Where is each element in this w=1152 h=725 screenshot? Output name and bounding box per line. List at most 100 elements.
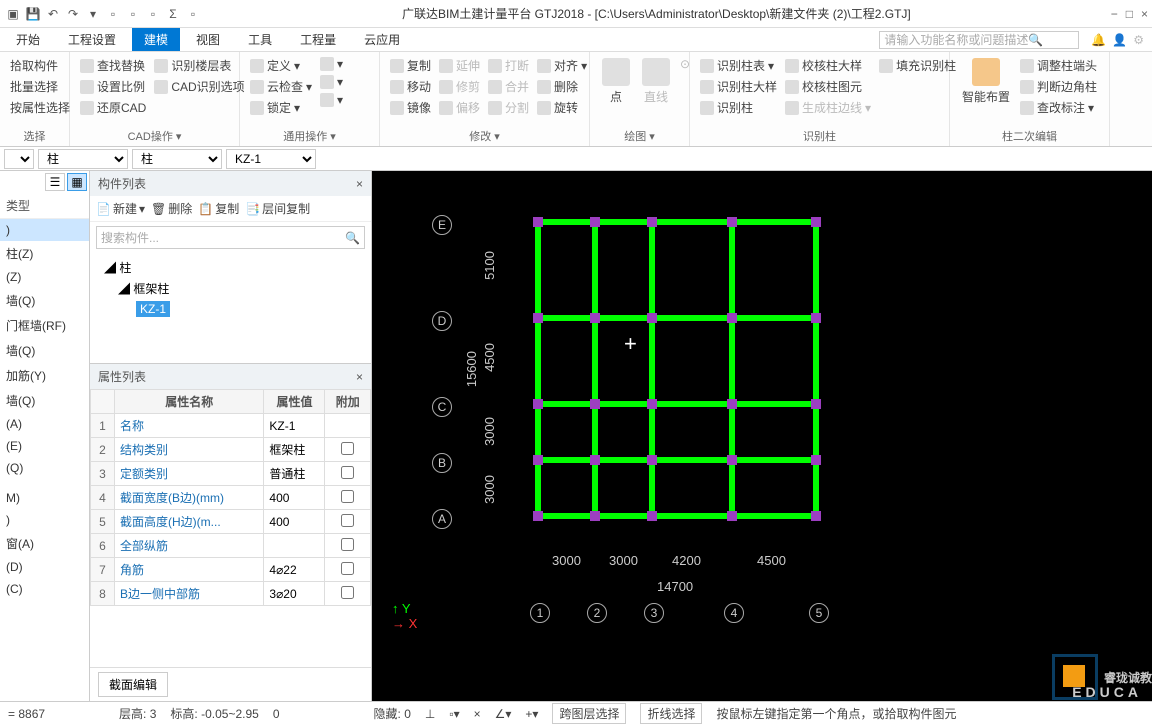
floor-copy-button[interactable]: 📑层间复制 <box>245 200 310 217</box>
tree-node-sub[interactable]: ◢ 框架柱 <box>100 278 361 299</box>
tree-search[interactable]: 搜索构件...🔍 <box>96 226 365 249</box>
mirror[interactable]: 镜像 <box>388 98 433 117</box>
menu-icon[interactable]: ⚙ <box>1133 33 1144 47</box>
save-icon[interactable]: 💾 <box>24 5 42 23</box>
tree-node-root[interactable]: ◢ 柱 <box>100 257 361 278</box>
qat-icon[interactable]: ▫ <box>184 5 202 23</box>
copy[interactable]: 复制 <box>388 56 433 75</box>
chk[interactable] <box>341 442 354 455</box>
qat-icon[interactable]: ▫ <box>104 5 122 23</box>
minimize-icon[interactable]: − <box>1111 7 1118 21</box>
left-item[interactable]: 墙(Q) <box>0 288 89 313</box>
define[interactable]: 定义▾ <box>248 56 314 75</box>
op2[interactable]: ▾ <box>318 74 345 90</box>
left-item[interactable]: (E) <box>0 435 89 457</box>
dd-type[interactable]: 柱 <box>132 149 222 169</box>
view-list-icon[interactable]: ☰ <box>45 173 65 191</box>
id-col-table[interactable]: 识别柱表▾ <box>698 56 779 75</box>
status-icon[interactable]: ∠▾ <box>495 707 512 721</box>
dd-layer[interactable] <box>4 149 34 169</box>
chk[interactable] <box>341 586 354 599</box>
panel-close-icon[interactable]: × <box>356 177 363 191</box>
op1[interactable]: ▾ <box>318 56 345 72</box>
qat-icon[interactable]: ▫ <box>124 5 142 23</box>
left-item[interactable] <box>0 479 89 487</box>
left-item[interactable]: 墙(Q) <box>0 338 89 363</box>
tab-quantity[interactable]: 工程量 <box>288 28 348 51</box>
left-item[interactable]: (A) <box>0 413 89 435</box>
bell-icon[interactable]: 🔔 <box>1091 33 1106 47</box>
property-table[interactable]: 属性名称属性值附加 1名称KZ-1 2结构类别框架柱 3定额类别普通柱 4截面宽… <box>90 389 371 606</box>
user-icon[interactable]: 👤 <box>1112 33 1127 47</box>
find-replace[interactable]: 查找替换 <box>78 56 148 75</box>
rotate[interactable]: 旋转 <box>535 98 589 117</box>
left-item[interactable]: 门框墙(RF) <box>0 313 89 338</box>
judge-corner[interactable]: 判断边角柱 <box>1018 77 1099 96</box>
qat-icon[interactable]: ▫ <box>144 5 162 23</box>
check-col-elem[interactable]: 校核柱图元 <box>783 77 873 96</box>
status-icon[interactable]: +▾ <box>525 707 538 721</box>
left-item[interactable]: (D) <box>0 556 89 578</box>
left-item[interactable]: 加筋(Y) <box>0 363 89 388</box>
id-col-detail[interactable]: 识别柱大样 <box>698 77 779 96</box>
drawing-canvas[interactable]: E D C B A 1 2 3 4 5 3000 3000 4200 4500 … <box>372 171 1152 701</box>
chk[interactable] <box>341 562 354 575</box>
left-item[interactable]: 窗(A) <box>0 531 89 556</box>
left-item[interactable]: (Z) <box>0 266 89 288</box>
qat-icon[interactable]: ▾ <box>84 5 102 23</box>
op3[interactable]: ▾ <box>318 92 345 108</box>
smart-layout[interactable]: 智能布置 <box>958 56 1014 128</box>
left-item[interactable]: (Q) <box>0 457 89 479</box>
align[interactable]: 对齐▾ <box>535 56 589 75</box>
gen-col-edge[interactable]: 生成柱边线▾ <box>783 98 873 117</box>
cloud-check[interactable]: 云检查▾ <box>248 77 314 96</box>
section-edit-button[interactable]: 截面编辑 <box>98 672 168 697</box>
select-by-prop[interactable]: 按属性选择 <box>8 98 72 117</box>
offset[interactable]: 偏移 <box>437 98 482 117</box>
id-col[interactable]: 识别柱 <box>698 98 779 117</box>
view-card-icon[interactable]: ▦ <box>67 173 87 191</box>
tab-start[interactable]: 开始 <box>4 28 52 51</box>
split[interactable]: 分割 <box>486 98 531 117</box>
status-icon[interactable]: ▫▾ <box>449 707 459 721</box>
panel-close-icon[interactable]: × <box>356 370 363 384</box>
new-button[interactable]: 📄新建▾ <box>96 200 145 217</box>
chk[interactable] <box>341 466 354 479</box>
close-icon[interactable]: × <box>1141 7 1148 21</box>
tab-settings[interactable]: 工程设置 <box>56 28 128 51</box>
dd-category[interactable]: 柱 <box>38 149 128 169</box>
maximize-icon[interactable]: □ <box>1126 7 1133 21</box>
copy-button[interactable]: 📋复制 <box>198 200 239 217</box>
delete[interactable]: 删除 <box>535 77 589 96</box>
left-item[interactable]: ) <box>0 219 89 241</box>
pick-component[interactable]: 拾取构件 <box>8 56 72 75</box>
chk[interactable] <box>341 514 354 527</box>
chk[interactable] <box>341 538 354 551</box>
lock[interactable]: 锁定▾ <box>248 98 314 117</box>
polyline-select[interactable]: 折线选择 <box>640 703 702 724</box>
adjust-col-end[interactable]: 调整柱端头 <box>1018 56 1099 75</box>
cad-identify-options[interactable]: CAD识别选项 <box>152 77 246 96</box>
trim[interactable]: 修剪 <box>437 77 482 96</box>
set-scale[interactable]: 设置比例 <box>78 77 148 96</box>
tab-cloud[interactable]: 云应用 <box>352 28 412 51</box>
batch-select[interactable]: 批量选择 <box>8 77 72 96</box>
status-icon[interactable]: ⊥ <box>425 707 435 721</box>
left-item[interactable]: ) <box>0 509 89 531</box>
tab-view[interactable]: 视图 <box>184 28 232 51</box>
redo-icon[interactable]: ↷ <box>64 5 82 23</box>
tab-tools[interactable]: 工具 <box>236 28 284 51</box>
left-item[interactable]: M) <box>0 487 89 509</box>
dd-component[interactable]: KZ-1 <box>226 149 316 169</box>
delete-button[interactable]: 🗑删除 <box>151 200 192 217</box>
move[interactable]: 移动 <box>388 77 433 96</box>
fill-id-col[interactable]: 填充识别柱 <box>877 56 958 75</box>
identify-floor-table[interactable]: 识别楼层表 <box>152 56 246 75</box>
break[interactable]: 打断 <box>486 56 531 75</box>
extend[interactable]: 延伸 <box>437 56 482 75</box>
cross-layer-select[interactable]: 跨图层选择 <box>552 703 626 724</box>
undo-icon[interactable]: ↶ <box>44 5 62 23</box>
check-label[interactable]: 查改标注▾ <box>1018 98 1099 117</box>
left-item[interactable]: 柱(Z) <box>0 241 89 266</box>
left-item[interactable]: 墙(Q) <box>0 388 89 413</box>
